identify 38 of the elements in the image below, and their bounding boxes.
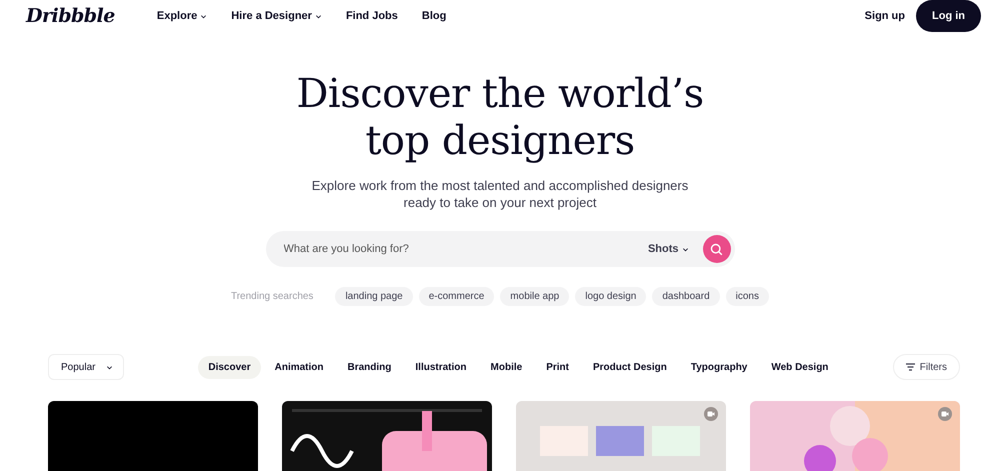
category-tab[interactable]: Illustration <box>405 356 477 378</box>
search-button[interactable] <box>702 235 730 263</box>
nav-link[interactable]: Blog <box>422 10 446 22</box>
category-tab[interactable]: Product Design <box>582 356 677 378</box>
chevron-down-icon <box>106 364 113 370</box>
logo[interactable]: Dribbble <box>26 5 115 27</box>
category-tab[interactable]: Mobile <box>480 356 532 378</box>
hero-subtitle: Explore work from the most talented and accomplished designers ready to take on your next project <box>312 177 688 211</box>
hero-title: Discover the world’s top designers <box>296 71 704 165</box>
trending-label: Trending searches <box>230 291 314 302</box>
trending-tag[interactable]: icons <box>726 287 769 306</box>
sort-dropdown[interactable]: Popular <box>48 354 124 380</box>
search-icon <box>710 242 723 256</box>
chevron-down-icon <box>200 12 208 20</box>
trending-tag[interactable]: e-commerce <box>418 287 494 306</box>
search-scope-dropdown[interactable]: Shots <box>642 242 694 256</box>
nav-link[interactable]: Hire a Designer <box>231 10 322 22</box>
category-tab[interactable]: Discover <box>198 356 261 378</box>
category-tab[interactable]: Web Design <box>761 356 838 378</box>
category-tab[interactable]: Print <box>536 356 579 378</box>
video-icon <box>704 407 718 421</box>
category-tab[interactable]: Typography <box>680 356 758 378</box>
filter-icon <box>906 363 915 371</box>
video-icon <box>938 407 952 421</box>
category-tab[interactable]: Branding <box>338 356 402 378</box>
trending-tag[interactable]: landing page <box>335 287 413 306</box>
log-in-button[interactable]: Log in <box>916 0 981 32</box>
trending-tag[interactable]: dashboard <box>652 287 720 306</box>
search-field[interactable]: What are you looking for? Shots <box>266 231 734 267</box>
chevron-down-icon <box>682 246 688 252</box>
nav-link[interactable]: Explore <box>156 10 208 22</box>
trending-tag[interactable]: logo design <box>575 287 646 306</box>
sign-up-link[interactable]: Sign up <box>864 10 905 22</box>
chevron-down-icon <box>314 12 322 20</box>
nav-link[interactable]: Find Jobs <box>346 10 398 22</box>
filters-button[interactable]: Filters <box>892 354 960 380</box>
trending-tag[interactable]: mobile app <box>500 287 570 306</box>
category-tab[interactable]: Animation <box>264 356 334 378</box>
